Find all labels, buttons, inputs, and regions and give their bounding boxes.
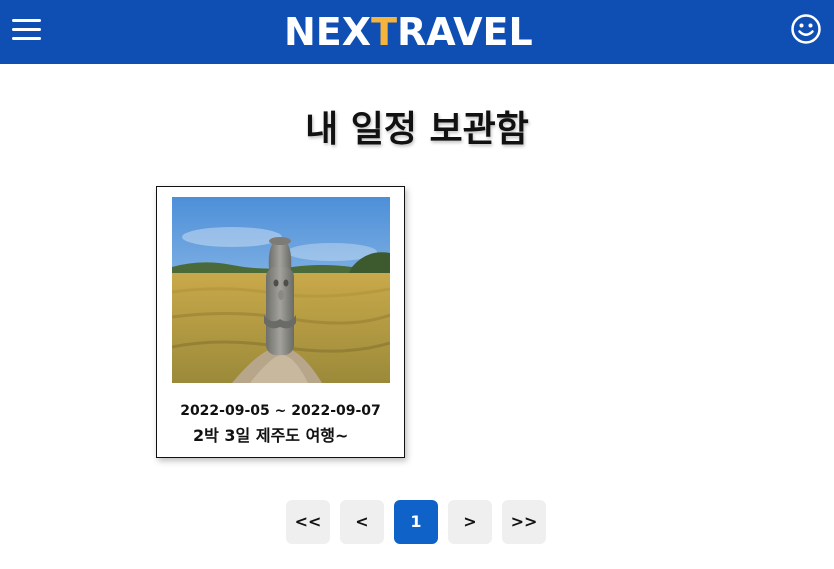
page-1-button[interactable]: 1 [394, 500, 438, 544]
hamburger-menu-icon[interactable] [12, 16, 42, 44]
logo-text-ravel: RAVEL [396, 10, 533, 54]
previous-page-button[interactable]: < [340, 500, 384, 544]
trip-dates: 2022-09-05 ~ 2022-09-07 [180, 403, 381, 419]
trip-title: 2박 3일 제주도 여행~ [193, 426, 349, 445]
app-header: NEXTRAVEL [0, 0, 834, 64]
logo-text-nex: NEX [284, 10, 372, 54]
site-logo[interactable]: NEXTRAVEL [284, 9, 550, 55]
logo-text-t: T [371, 10, 397, 54]
trip-card[interactable]: 2022-09-05 ~ 2022-09-07 2박 3일 제주도 여행~ [156, 186, 405, 458]
first-page-button[interactable]: << [286, 500, 330, 544]
pagination: << < 1 > >> [0, 500, 834, 544]
page-title: 내 일정 보관함 [305, 109, 529, 150]
last-page-button[interactable]: >> [502, 500, 546, 544]
next-page-button[interactable]: > [448, 500, 492, 544]
trip-thumbnail [172, 197, 390, 383]
smiley-icon[interactable] [790, 13, 822, 45]
